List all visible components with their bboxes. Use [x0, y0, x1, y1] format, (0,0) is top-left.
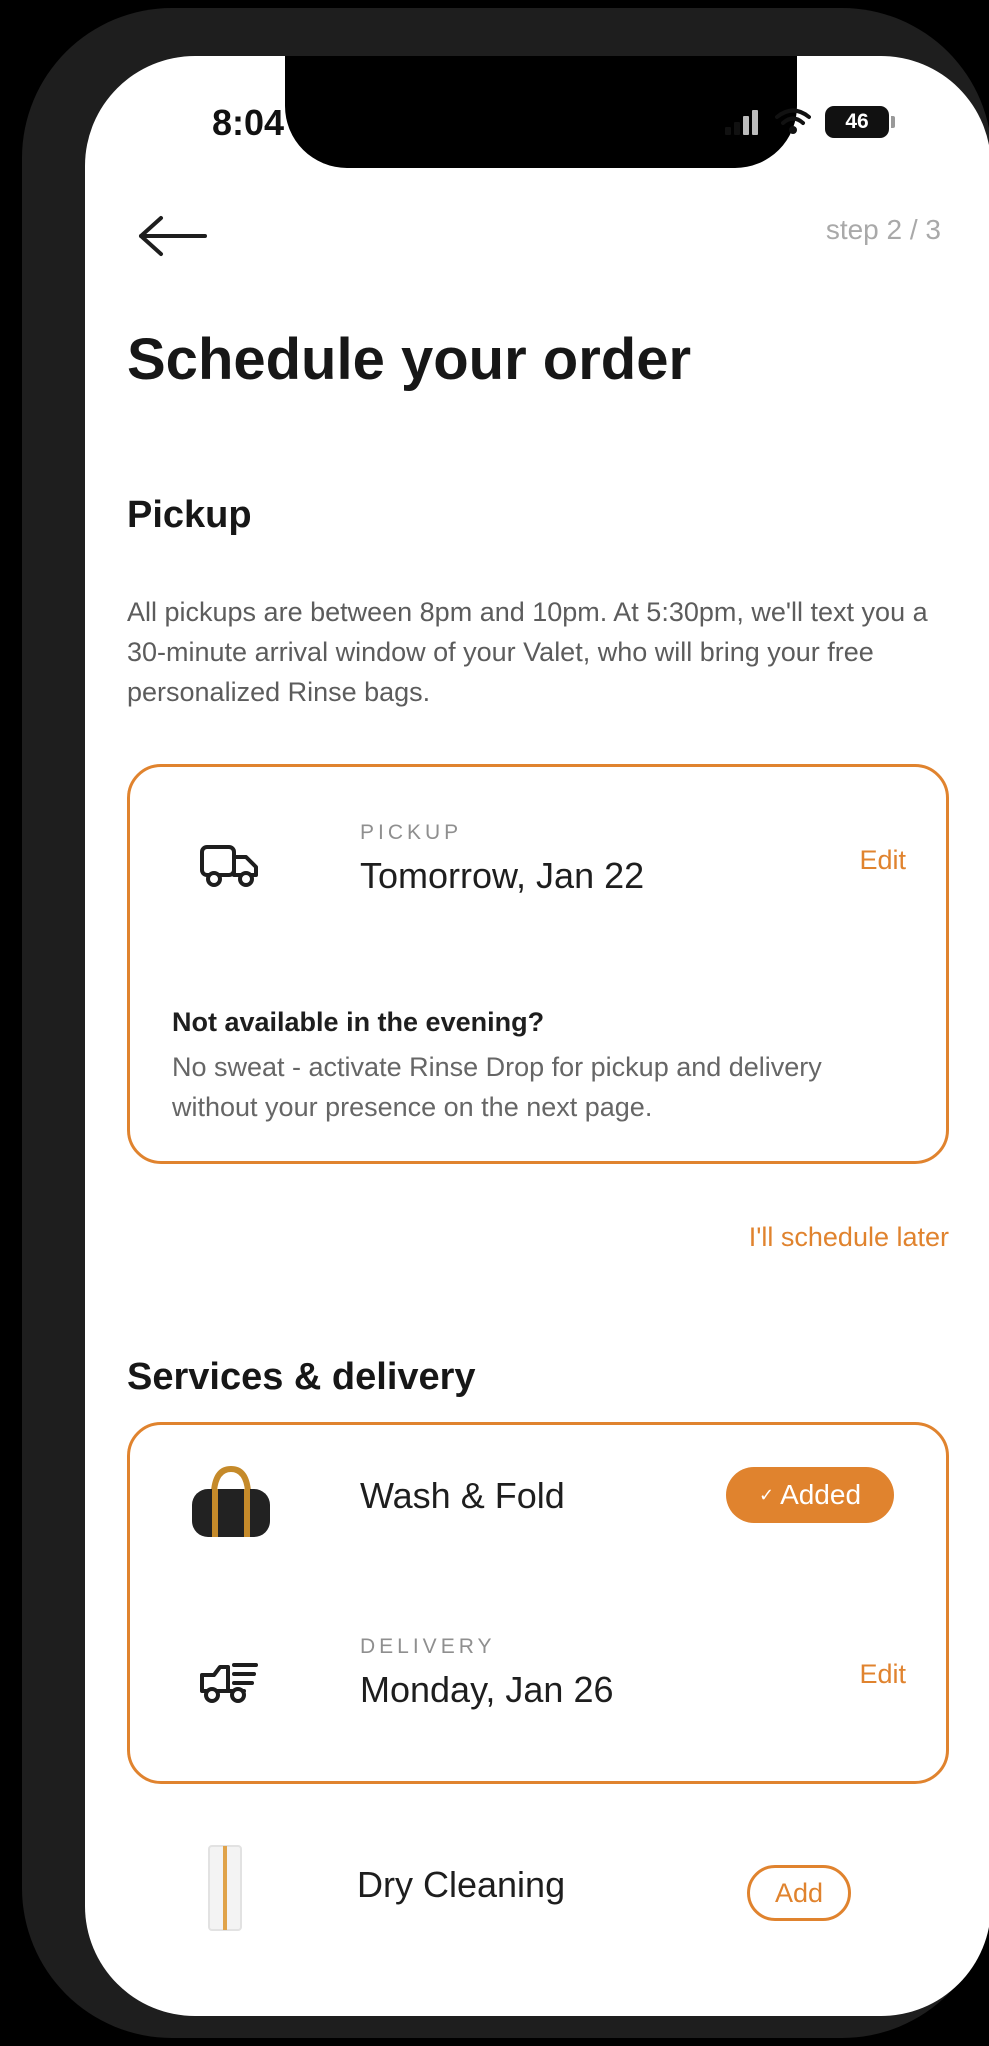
pickup-info-text: All pickups are between 8pm and 10pm. At… [127, 597, 928, 707]
pickup-edit-link[interactable]: Edit [859, 845, 906, 876]
delivery-truck-icon [192, 1643, 266, 1717]
pickup-date: Tomorrow, Jan 22 [360, 855, 645, 896]
pickup-label: PICKUP [360, 821, 463, 844]
arrow-left-icon [139, 216, 207, 256]
dry-cleaning-name: Dry Cleaning [357, 1864, 566, 1905]
wifi-icon [775, 108, 811, 134]
battery-icon: 46 [825, 106, 895, 138]
checkmark-icon: ✓ [758, 1484, 775, 1505]
phone-frame: 8:04 46 step 2 / 3 Schedule your order P… [22, 8, 989, 2038]
garment-bag-icon [195, 1844, 255, 1934]
evening-note-body: No sweat - activate Rinse Drop for picku… [172, 1052, 822, 1122]
pickup-truck-icon [192, 827, 266, 901]
status-time: 8:04 [212, 102, 285, 143]
added-label: Added [780, 1479, 862, 1510]
signal-icon [725, 110, 758, 135]
wash-fold-name: Wash & Fold [360, 1475, 565, 1516]
step-indicator: step 2 / 3 [825, 214, 941, 245]
pickup-heading: Pickup [127, 494, 252, 536]
page-title: Schedule your order [127, 327, 692, 392]
delivery-date: Monday, Jan 26 [360, 1669, 614, 1710]
delivery-label: DELIVERY [360, 1635, 496, 1658]
services-heading: Services & delivery [127, 1356, 476, 1398]
delivery-edit-link[interactable]: Edit [859, 1659, 906, 1690]
status-icons: 46 [725, 102, 895, 142]
evening-note-title: Not available in the evening? [172, 1007, 545, 1037]
notch [285, 56, 797, 168]
pickup-card: PICKUP Tomorrow, Jan 22 Edit Not availab… [127, 764, 949, 1164]
schedule-later-link[interactable]: I'll schedule later [749, 1222, 949, 1253]
dry-cleaning-add-button[interactable]: Add [747, 1865, 851, 1921]
app-screen: 8:04 46 step 2 / 3 Schedule your order P… [85, 56, 989, 2016]
back-button[interactable] [135, 206, 215, 266]
duffel-bag-icon [186, 1463, 276, 1543]
wash-fold-added-button[interactable]: ✓ Added [726, 1467, 894, 1523]
services-card: Wash & Fold ✓ Added DELIVERY Monday, Jan… [127, 1422, 949, 1784]
